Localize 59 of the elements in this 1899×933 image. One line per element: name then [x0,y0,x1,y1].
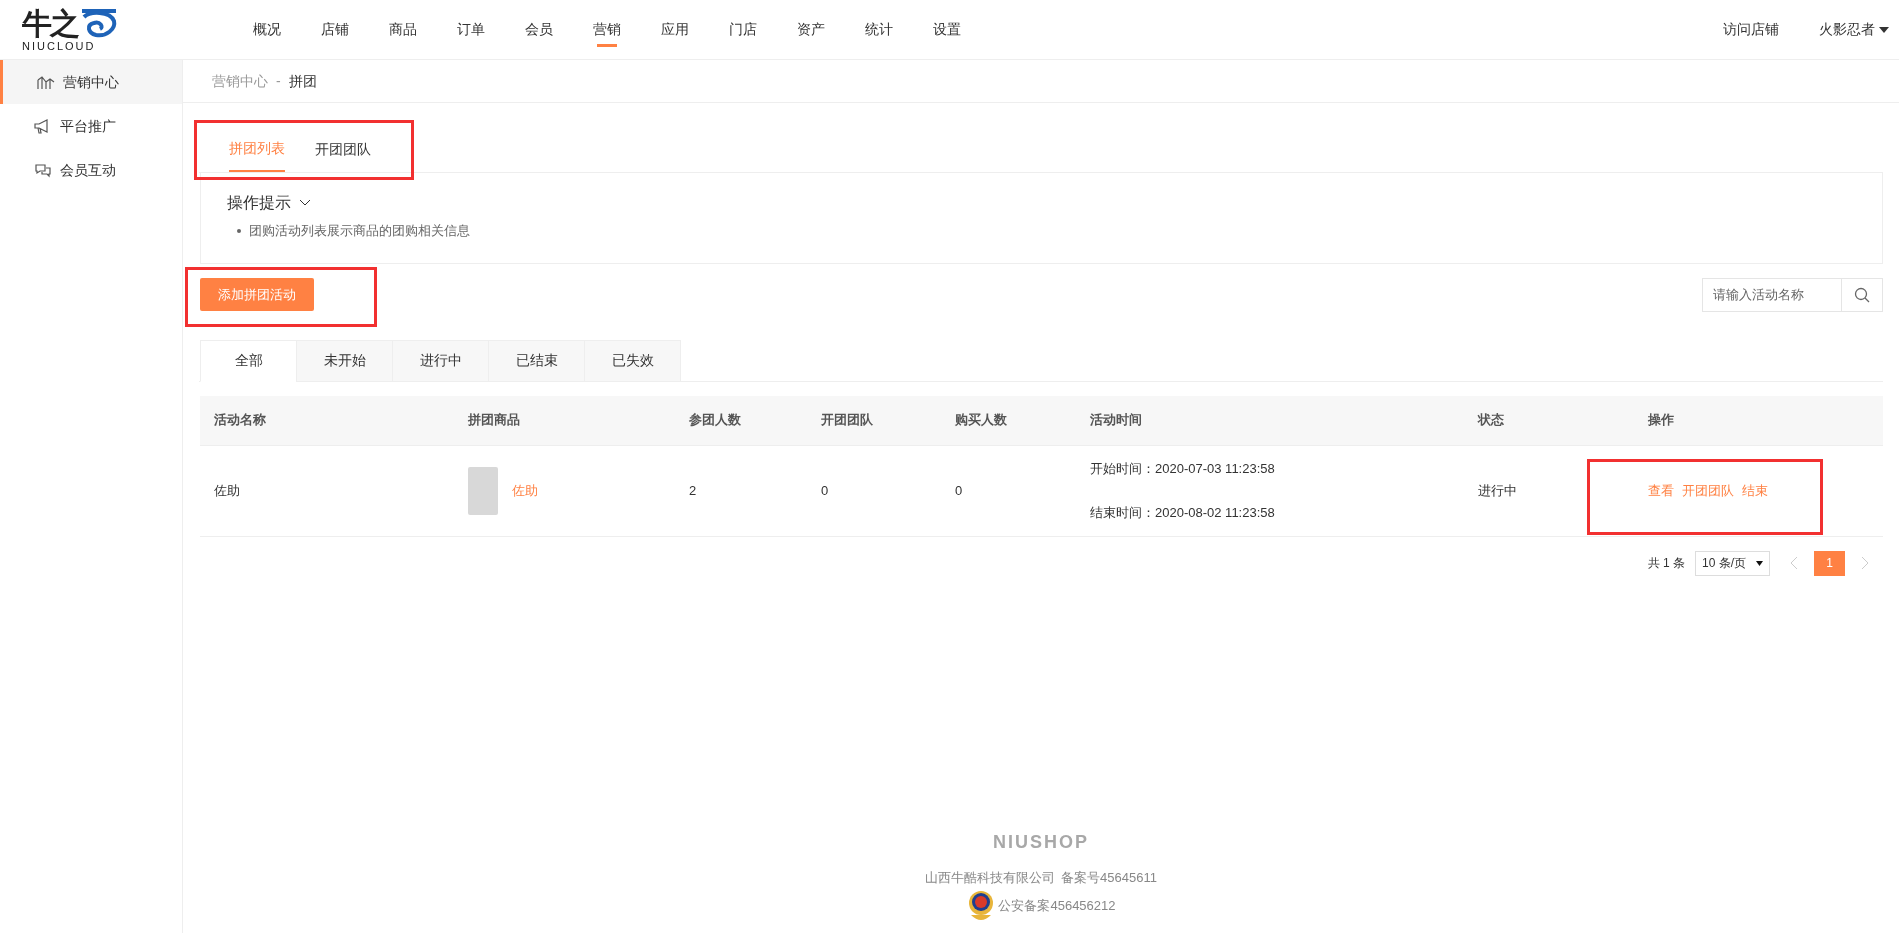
caret-icon [1756,560,1763,566]
visit-store-link[interactable]: 访问店铺 [1723,19,1779,40]
nav-tab[interactable]: 资产 [777,0,845,59]
bullet-icon [237,228,241,233]
caret-icon [1879,26,1889,33]
search-icon[interactable] [1854,286,1870,303]
nav-tab[interactable]: 商品 [369,0,437,59]
page-tab[interactable]: 开团团队 [315,126,371,172]
nav-tab[interactable]: 设置 [913,0,981,59]
nav-tab[interactable]: 概况 [233,0,301,59]
chat-bubbles-icon [34,162,52,178]
total-count: 共 1 条 [1647,555,1685,572]
table-cell-text: 0 [820,481,830,500]
column-header: 开团团队 [820,411,874,430]
logo-wordmark: NIUCLOUD [22,41,97,52]
page-size-select[interactable]: 10 条/页 [1695,550,1770,576]
status-tab[interactable]: 全部 [200,339,297,382]
column-header: 购买人数 [954,411,1008,430]
sidebar-item[interactable]: 平台推广 [0,104,182,148]
breadcrumb-separator: - [276,71,281,91]
nav-tab[interactable]: 营销 [573,0,641,59]
table-cell-text: 进行中 [1477,481,1518,500]
status-tab[interactable]: 已失效 [584,339,681,382]
column-header: 活动时间 [1089,411,1143,430]
police-record: 公安备案456456212 [998,897,1116,916]
chart-icon [37,74,55,90]
column-header: 参团人数 [688,411,742,430]
breadcrumb-current: 拼团 [288,71,317,91]
end-time: 结束时间：2020-08-02 11:23:58 [1090,503,1276,522]
product-thumbnail [468,466,498,515]
user-menu[interactable]: 火影忍者 [1819,19,1889,40]
nav-tab[interactable]: 应用 [641,0,709,59]
status-tab[interactable]: 已结束 [488,339,585,382]
chevron-down-icon[interactable] [299,199,311,207]
tip-text: 团购活动列表展示商品的团购相关信息 [249,222,470,240]
tips-title: 操作提示 [227,193,291,213]
table-cell-text: 0 [954,481,964,500]
company-name: 山西牛酷科技有限公司 [925,868,1056,887]
table-cell-text: 佐助 [213,481,241,500]
nav-tab[interactable]: 统计 [845,0,913,59]
column-header: 拼团商品 [467,411,521,430]
logo-mark: 牛之 [22,9,78,39]
search-field[interactable]: 请输入活动名称 [1702,277,1883,312]
status-tab[interactable]: 未开始 [296,339,393,382]
column-header: 活动名称 [213,411,267,430]
nav-tab[interactable]: 店铺 [301,0,369,59]
search-input[interactable]: 请输入活动名称 [1703,278,1841,311]
table-cell-text: 2 [688,481,698,500]
sidebar-item[interactable]: 会员互动 [0,148,182,192]
column-header: 操作 [1647,411,1675,430]
nav-tab[interactable]: 订单 [437,0,505,59]
start-time: 开始时间：2020-07-03 11:23:58 [1090,460,1276,478]
footer-brand: NIUSHOP [993,830,1089,854]
column-header: 状态 [1476,411,1505,430]
status-tab[interactable]: 进行中 [392,339,489,382]
nav-tab[interactable]: 会员 [505,0,573,59]
nav-tab[interactable]: 门店 [709,0,777,59]
sidebar-item[interactable]: 营销中心 [0,60,182,104]
icp-number: 备案号45645611 [1061,868,1157,887]
